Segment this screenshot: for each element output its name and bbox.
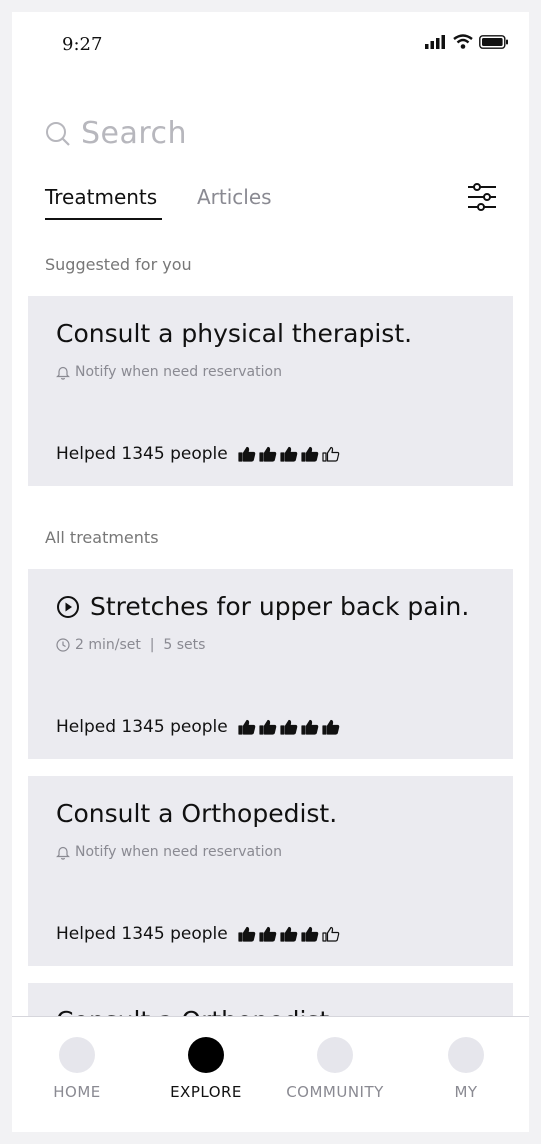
nav-label: COMMUNITY (286, 1083, 384, 1101)
card-footer: Helped 1345 people (56, 444, 340, 464)
card-subtitle: Notify when need reservation (56, 364, 282, 380)
thumbs-up-filled-icon (301, 926, 318, 942)
tab-articles[interactable]: Articles (197, 185, 272, 209)
search-bar[interactable]: Search (45, 116, 187, 151)
treatment-card[interactable]: Stretches for upper back pain. 2 min/set… (28, 569, 513, 759)
rating-thumbs (238, 719, 340, 735)
card-title: Consult a physical therapist. (56, 319, 412, 348)
section-all-treatments: All treatments (45, 528, 159, 547)
thumbs-up-filled-icon (259, 446, 276, 462)
card-footer: Helped 1345 people (56, 717, 340, 737)
card-subtitle-text: 2 min/set | 5 sets (75, 637, 206, 653)
bell-icon (56, 366, 70, 380)
rating-thumbs (238, 446, 340, 462)
active-tab-indicator (45, 218, 162, 220)
thumbs-up-filled-icon (280, 719, 297, 735)
status-time: 9:27 (62, 34, 103, 55)
clock-icon (56, 638, 70, 652)
card-title: Consult a Orthopedist. (56, 799, 337, 828)
nav-label: MY (454, 1083, 478, 1101)
rating-thumbs (238, 926, 340, 942)
nav-community[interactable]: COMMUNITY (275, 1017, 395, 1101)
thumbs-up-outline-icon (322, 446, 339, 462)
card-title-text: Stretches for upper back pain. (90, 592, 470, 621)
card-subtitle-text: Notify when need reservation (75, 844, 282, 860)
thumbs-up-filled-icon (322, 719, 339, 735)
nav-home[interactable]: HOME (17, 1017, 137, 1101)
helped-count: Helped 1345 people (56, 924, 228, 944)
filter-icon[interactable] (467, 182, 497, 212)
thumbs-up-filled-icon (238, 926, 255, 942)
bell-icon (56, 846, 70, 860)
thumbs-up-filled-icon (301, 446, 318, 462)
explore-icon (188, 1037, 224, 1073)
tab-treatments[interactable]: Treatments (45, 185, 157, 209)
card-footer: Helped 1345 people (56, 924, 340, 944)
section-suggested: Suggested for you (45, 255, 192, 274)
card-title-text: Consult a physical therapist. (56, 319, 413, 348)
play-circle-icon (57, 595, 79, 618)
nav-label: EXPLORE (170, 1083, 242, 1101)
nav-label: HOME (53, 1083, 101, 1101)
profile-icon (448, 1037, 484, 1073)
treatment-card[interactable]: Consult a physical therapist. Notify whe… (28, 296, 513, 486)
search-icon (46, 121, 70, 146)
card-subtitle-text: Notify when need reservation (75, 364, 282, 380)
nav-explore[interactable]: EXPLORE (146, 1017, 266, 1101)
card-title-text: Consult a Orthopedist. (56, 799, 338, 828)
wifi-icon (453, 34, 473, 49)
thumbs-up-filled-icon (238, 719, 255, 735)
bottom-navigation: HOME EXPLORE COMMUNITY MY (12, 1016, 529, 1132)
thumbs-up-filled-icon (280, 446, 297, 462)
thumbs-up-filled-icon (301, 719, 318, 735)
status-icons (425, 34, 509, 49)
card-subtitle: 2 min/set | 5 sets (56, 637, 205, 653)
helped-count: Helped 1345 people (56, 444, 228, 464)
thumbs-up-filled-icon (280, 926, 297, 942)
battery-icon (479, 34, 508, 49)
thumbs-up-outline-icon (322, 926, 339, 942)
nav-my[interactable]: MY (406, 1017, 526, 1101)
card-subtitle: Notify when need reservation (56, 844, 282, 860)
card-title: Stretches for upper back pain. (56, 592, 469, 621)
thumbs-up-filled-icon (259, 926, 276, 942)
signal-icon (425, 34, 445, 49)
phone-screen: 9:27 Search Treatments Articles Suggeste… (12, 12, 529, 1132)
search-input[interactable]: Search (81, 116, 187, 151)
helped-count: Helped 1345 people (56, 717, 228, 737)
thumbs-up-filled-icon (259, 719, 276, 735)
community-icon (317, 1037, 353, 1073)
home-icon (59, 1037, 95, 1073)
treatment-card[interactable]: Consult a Orthopedist. Notify when need … (28, 776, 513, 966)
thumbs-up-filled-icon (238, 446, 255, 462)
